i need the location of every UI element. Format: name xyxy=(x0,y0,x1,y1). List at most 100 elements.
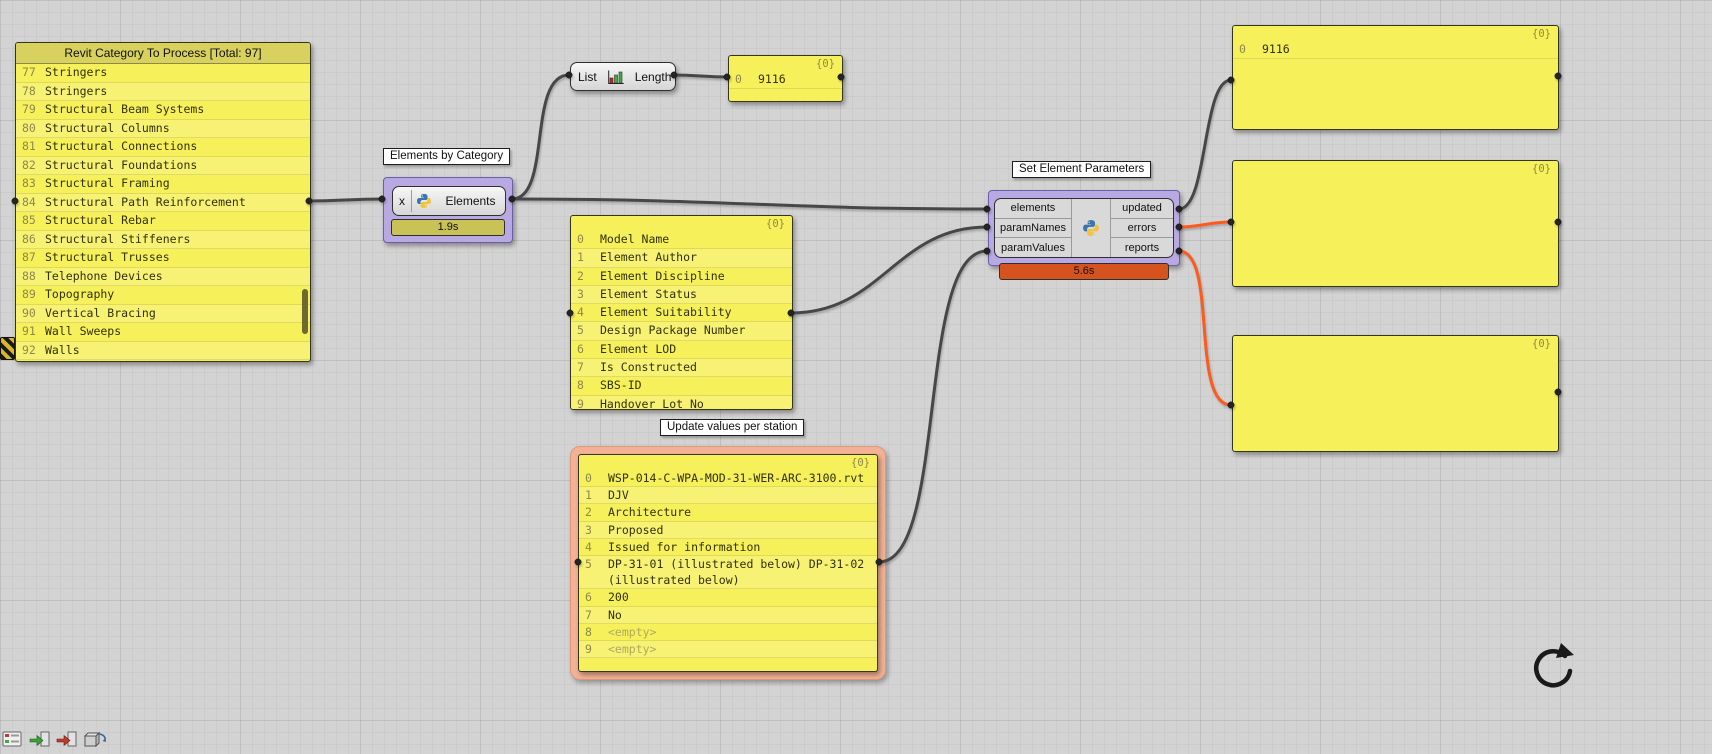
panel-scrollbar[interactable] xyxy=(302,289,308,334)
row-index: 1 xyxy=(585,488,592,503)
row-index: 77 xyxy=(22,65,36,79)
input-column: elements paramNames paramValues xyxy=(995,199,1072,257)
row-text: Structural Connections xyxy=(45,139,198,153)
panel-row: 7 Is Constructed xyxy=(571,359,792,378)
row-text: Wall Sweeps xyxy=(45,324,122,338)
elements-by-category-component[interactable]: x Elements 1.9s xyxy=(383,177,513,243)
component-name: Elements xyxy=(445,194,496,208)
wire-elements-to-setparams[interactable] xyxy=(511,197,988,211)
row-index: 7 xyxy=(577,360,584,375)
grasshopper-canvas: Revit Category To Process [Total: 97] 77… xyxy=(0,0,1712,754)
row-index: 88 xyxy=(22,268,36,283)
panel-row: 8 SBS-ID xyxy=(571,377,792,396)
panel-row: 2 Element Discipline xyxy=(571,268,792,286)
wire-categories-to-x[interactable] xyxy=(308,197,383,203)
row-text: Structural Trusses xyxy=(45,250,170,264)
input-paramnames[interactable]: paramNames xyxy=(995,217,1071,238)
row-index: 79 xyxy=(22,102,36,116)
row-text: Telephone Devices xyxy=(45,268,163,283)
row-index: 78 xyxy=(22,83,36,98)
panel-row: 5 Design Package Number xyxy=(571,322,792,341)
panel-row: 7 No xyxy=(579,606,877,624)
component-nickname-tag[interactable]: Elements by Category xyxy=(383,148,511,165)
group-label-tag[interactable]: Update values per station xyxy=(660,419,805,436)
panel-parameter-values[interactable]: {0} 0 WSP-014-C-WPA-MOD-31-WER-ARC-3100.r… xyxy=(578,454,878,672)
panel-row: 6 200 xyxy=(579,589,877,607)
row-text: Structural Columns xyxy=(45,120,170,135)
list-view-icon[interactable] xyxy=(2,729,24,749)
panel-row: 0 Model Name xyxy=(571,231,792,250)
panel-parameter-names[interactable]: {0} 0 Model Name 1 Element Author 2 Element D… xyxy=(570,215,793,410)
row-index: 83 xyxy=(22,176,36,190)
panel-errors-result[interactable]: {0} xyxy=(1232,160,1559,287)
panel-row: 86 Structural Stiffeners xyxy=(16,230,310,249)
runtime-badge: 5.6s xyxy=(999,263,1169,280)
panel-path-header: {0} xyxy=(1532,338,1551,350)
list-length-component[interactable]: List Length xyxy=(570,62,676,91)
panel-path-header: {0} xyxy=(816,58,835,70)
red-arrow-icon[interactable] xyxy=(56,729,78,749)
row-index: 5 xyxy=(585,557,592,572)
row-index: 86 xyxy=(22,231,36,246)
row-text: Proposed xyxy=(608,522,664,537)
row-text: Topography xyxy=(45,287,115,301)
row-index: 9 xyxy=(577,396,584,409)
input-x[interactable]: x xyxy=(393,187,411,215)
panel-row: 93 Web xyxy=(16,360,310,361)
row-text: Structural Foundations xyxy=(45,157,198,172)
panel-list-length-result[interactable]: {0} 0 9116 xyxy=(728,55,843,102)
wire-errors-to-panel[interactable] xyxy=(1178,220,1232,229)
output-reports[interactable]: reports xyxy=(1111,237,1173,257)
panel-rows: 0 WSP-014-C-WPA-MOD-31-WER-ARC-3100.rvt 1 D… xyxy=(579,470,877,671)
panel-rows: 0 9116 xyxy=(1233,41,1558,129)
row-text: Element Author xyxy=(600,250,697,265)
row-text: Handover Lot No xyxy=(600,396,704,409)
wire-reports-to-panel[interactable] xyxy=(1178,249,1232,407)
row-index: 91 xyxy=(22,324,36,338)
row-index: 0 xyxy=(1239,42,1246,56)
wire-updated-to-panel[interactable] xyxy=(1178,78,1232,211)
panel-row: 88 Telephone Devices xyxy=(16,267,310,286)
row-index: 6 xyxy=(577,341,584,356)
row-text: <empty> xyxy=(608,624,657,639)
output-updated[interactable]: updated xyxy=(1111,199,1173,218)
wire-elements-to-list[interactable] xyxy=(511,73,570,201)
row-index: 8 xyxy=(577,378,584,393)
panel-row: 85 Structural Rebar xyxy=(16,212,310,231)
panel-revit-categories[interactable]: Revit Category To Process [Total: 97] 77… xyxy=(15,42,311,362)
row-index: 85 xyxy=(22,213,36,227)
panel-row: 0 9116 xyxy=(729,71,842,90)
panel-rows: 77 Stringers 78 Stringers 79 Structural Beam … xyxy=(16,64,310,361)
panel-title: Revit Category To Process [Total: 97] xyxy=(16,43,310,64)
row-index: 3 xyxy=(585,522,592,537)
row-text: Element LOD xyxy=(600,341,677,356)
panel-row: 4 Element Suitability xyxy=(571,304,792,323)
row-index: 87 xyxy=(22,250,36,264)
python-icon xyxy=(1072,199,1110,257)
green-arrow-icon[interactable] xyxy=(29,729,51,749)
panel-row: 0 9116 xyxy=(1233,41,1558,60)
input-paramvalues[interactable]: paramValues xyxy=(995,237,1071,257)
component-nickname-tag[interactable]: Set Element Parameters xyxy=(1012,161,1152,178)
output-errors[interactable]: errors xyxy=(1111,217,1173,238)
wire-paramnames-to-setparams[interactable] xyxy=(790,225,988,315)
row-text: DJV xyxy=(608,488,629,503)
row-index: 6 xyxy=(585,590,592,605)
locked-hazard-icon xyxy=(0,337,15,360)
row-index: 2 xyxy=(577,268,584,283)
panel-path-header: {0} xyxy=(766,218,785,230)
panel-row: 78 Stringers xyxy=(16,82,310,101)
row-text: DP-31-01 (illustrated below) DP-31-02 (i… xyxy=(608,557,865,588)
row-text: Architecture xyxy=(608,505,692,520)
row-text: Stringers xyxy=(45,83,108,98)
wire-paramvalues-to-setparams[interactable] xyxy=(878,249,988,564)
input-elements[interactable]: elements xyxy=(995,199,1071,218)
length-output-label: Length xyxy=(634,69,672,84)
set-element-parameters-component[interactable]: elements paramNames paramValues updated … xyxy=(988,190,1180,266)
panel-row: 6 Element LOD xyxy=(571,341,792,360)
panel-reports-result[interactable]: {0} xyxy=(1232,335,1559,452)
wire-length-to-panel[interactable] xyxy=(673,73,728,79)
panel-updated-result[interactable]: {0} 0 9116 xyxy=(1232,25,1559,130)
rotate-view-icon[interactable] xyxy=(1527,641,1577,696)
bake-box-icon[interactable] xyxy=(83,729,107,749)
